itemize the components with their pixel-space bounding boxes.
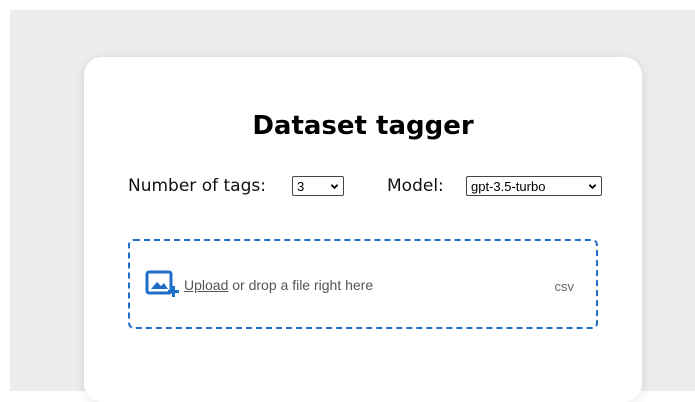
chevron-down-icon [330, 183, 339, 189]
tags-count-value: 3 [297, 178, 305, 194]
model-label: Model: [387, 176, 444, 196]
chevron-down-icon [588, 183, 597, 189]
model-value: gpt-3.5-turbo [471, 178, 546, 194]
tags-count-select[interactable]: 3 [292, 176, 344, 196]
tagger-card: Dataset tagger Number of tags: 3 Model: … [84, 57, 642, 402]
page-background: Dataset tagger Number of tags: 3 Model: … [10, 10, 695, 402]
image-add-icon [145, 270, 179, 297]
dropzone-text: Upload or drop a file right here [184, 277, 373, 293]
page-title: Dataset tagger [252, 111, 474, 141]
model-select[interactable]: gpt-3.5-turbo [466, 176, 602, 196]
tags-count-label: Number of tags: [128, 176, 266, 196]
upload-link[interactable]: Upload [184, 277, 228, 293]
settings-row: Number of tags: 3 Model: gpt-3.5-turbo [84, 173, 642, 203]
accepted-file-types: csv [554, 279, 575, 294]
dropzone-hint: or drop a file right here [228, 277, 374, 293]
file-dropzone[interactable]: Upload or drop a file right here csv [128, 239, 598, 329]
